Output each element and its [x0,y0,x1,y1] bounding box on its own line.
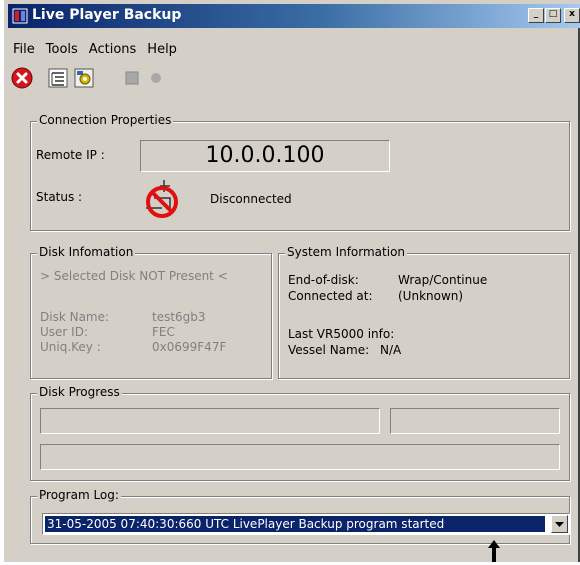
disconnected-icon [140,178,186,224]
remote-ip-display: 10.0.0.100 [140,140,390,172]
connected-at-value: (Unknown) [398,289,464,303]
title-bar[interactable]: Live Player Backup _ □ x [8,4,580,28]
uniq-key-label: Uniq.Key : [40,340,101,354]
disk-notice: > Selected Disk NOT Present < [40,269,228,283]
maximize-button[interactable]: □ [545,8,561,23]
system-information-label: System Information [285,245,408,259]
stop-red-icon[interactable] [10,66,34,90]
system-information-group: System Information [278,245,570,379]
program-log-label: Program Log: [37,488,121,502]
connected-at-label: Connected at: [288,289,373,303]
end-of-disk-value: Wrap/Continue [398,273,488,287]
connection-properties-group: Connection Properties [30,113,570,231]
stop-square-icon[interactable] [120,66,144,90]
remote-ip-value: 10.0.0.100 [205,143,325,168]
menu-bar: File Tools Actions Help [8,42,183,60]
last-vr5000-info-label: Last VR5000 info: [288,327,395,341]
menu-help[interactable]: Help [142,42,183,57]
app-window: Live Player Backup _ □ x File Tools Action… [4,0,580,562]
tree-list-icon[interactable] [46,66,70,90]
status-label: Status : [36,190,83,204]
record-dot-icon[interactable] [144,66,168,90]
dropdown-button[interactable] [551,515,568,533]
remote-ip-label: Remote IP : [36,148,105,162]
menu-actions[interactable]: Actions [84,42,143,57]
disk-information-label: Disk Infomation [37,245,136,259]
menu-tools[interactable]: Tools [41,42,84,57]
vessel-name-label: Vessel Name: [288,343,370,357]
vessel-name-value: N/A [380,343,402,357]
end-of-disk-label: End-of-disk: [288,273,359,287]
menu-file[interactable]: File [8,42,41,57]
app-icon [12,8,28,24]
disk-progress-label: Disk Progress [37,385,122,399]
connection-properties-label: Connection Properties [37,113,174,127]
program-log-dropdown[interactable]: 31-05-2005 07:40:30:660 UTC LivePlayer B… [42,513,570,535]
user-id-label: User ID: [40,325,88,339]
disk-progress-info [390,408,560,434]
close-button[interactable]: x [564,8,580,23]
disk-progress-bar [40,408,380,434]
window-title: Live Player Backup [32,7,182,23]
disk-name-label: Disk Name: [40,310,110,324]
uniq-key-value: 0x0699F47F [152,340,227,354]
disk-name-value: test6gb3 [152,310,206,324]
chevron-down-icon [555,522,564,527]
minimize-button[interactable]: _ [528,8,544,23]
settings-icon[interactable] [72,66,96,90]
status-value: Disconnected [210,192,292,206]
program-log-selected: 31-05-2005 07:40:30:660 UTC LivePlayer B… [45,516,545,532]
arrow-up-icon [486,538,502,562]
user-id-value: FEC [152,325,175,339]
disk-progress-status [40,444,560,470]
